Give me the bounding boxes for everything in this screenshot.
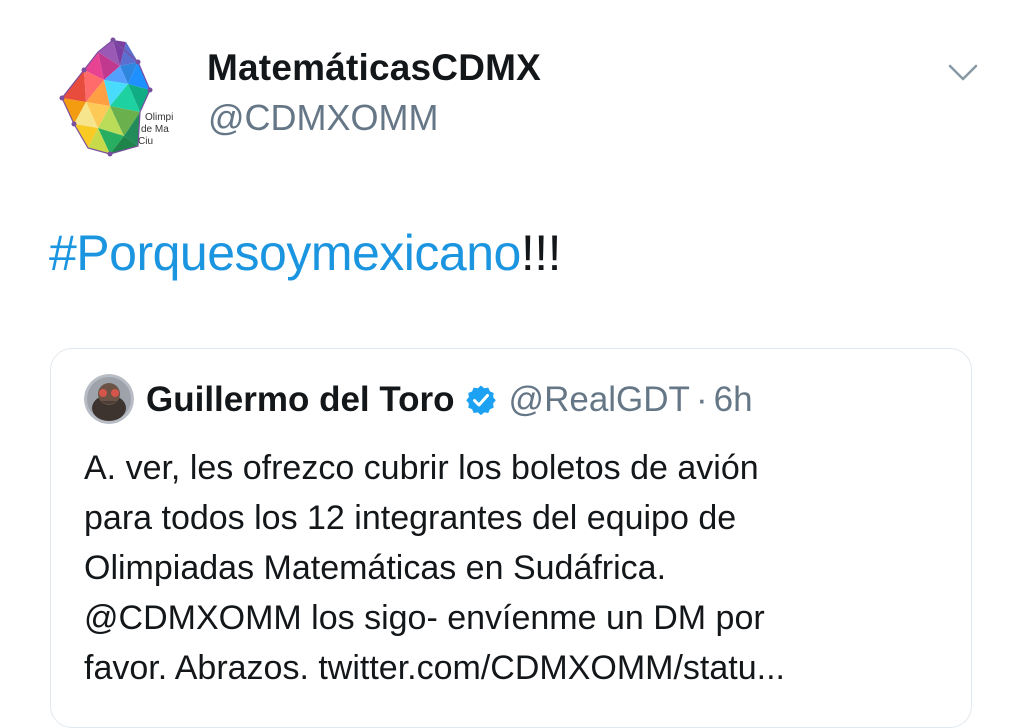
tweet-menu-button[interactable] bbox=[946, 60, 980, 84]
tweet-text: #Porquesoymexicano!!! bbox=[49, 224, 562, 282]
logo-text-line-1: Olimpi bbox=[145, 112, 173, 123]
quoted-author-avatar[interactable] bbox=[84, 374, 134, 424]
author-handle[interactable]: @CDMXOMM bbox=[208, 97, 439, 139]
quoted-tweet-body: A. ver, les ofrezco cubrir los boletos d… bbox=[84, 443, 944, 693]
quoted-body-line-4: @CDMXOMM los sigo- envíenme un DM por bbox=[84, 599, 765, 637]
quoted-author-avatar-image bbox=[84, 374, 134, 424]
quoted-tweet-timestamp[interactable]: 6h bbox=[714, 380, 753, 420]
quoted-body-line-5: favor. Abrazos. twitter.com/CDMXOMM/stat… bbox=[84, 649, 785, 687]
quoted-body-line-2: para todos los 12 integrantes del equipo… bbox=[84, 499, 737, 537]
quoted-body-line-3: Olimpiadas Matemáticas en Sudáfrica. bbox=[84, 549, 667, 587]
verified-badge-icon bbox=[465, 385, 496, 416]
quoted-author-name[interactable]: Guillermo del Toro bbox=[146, 380, 455, 420]
author-display-name[interactable]: MatemáticasCDMX bbox=[207, 47, 541, 89]
quoted-body-line-1: A. ver, les ofrezco cubrir los boletos d… bbox=[84, 449, 759, 487]
quoted-tweet-header: Guillermo del Toro @RealGDT · 6h bbox=[146, 375, 753, 425]
logo-text-line-3: Ciu bbox=[138, 136, 153, 147]
quoted-author-handle[interactable]: @RealGDT bbox=[509, 380, 690, 420]
logo-text-line-2: de Ma bbox=[141, 124, 169, 135]
olympiad-logo-icon: Olimpi de Ma Ciu bbox=[59, 37, 173, 157]
header-separator: · bbox=[695, 380, 708, 419]
chevron-down-icon bbox=[948, 64, 978, 81]
hashtag-link[interactable]: #Porquesoymexicano bbox=[49, 225, 521, 281]
tweet-text-rest: !!! bbox=[520, 225, 562, 281]
author-avatar[interactable]: Olimpi de Ma Ciu bbox=[58, 36, 176, 158]
